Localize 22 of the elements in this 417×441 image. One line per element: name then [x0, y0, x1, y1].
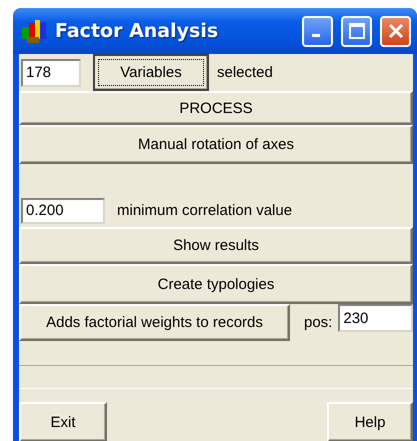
action-button[interactable]: PROCESS — [19, 91, 413, 125]
action-button[interactable]: Show results — [19, 227, 413, 264]
add-weights-button[interactable]: Adds factorial weights to records — [19, 304, 290, 341]
bar-chart-icon — [21, 19, 47, 43]
action-button[interactable]: Create typologies — [19, 264, 413, 304]
action-button[interactable]: Manual rotation of axes — [19, 125, 413, 164]
variables-button[interactable]: Variables — [93, 54, 209, 91]
correlation-label: minimum correlation value — [117, 202, 292, 219]
pos-field[interactable]: 230 — [338, 304, 413, 332]
maximize-icon — [348, 22, 366, 40]
correlation-field[interactable]: 0.200 — [21, 198, 105, 224]
close-icon — [386, 22, 404, 40]
exit-button[interactable]: Exit — [19, 402, 107, 441]
window-title: Factor Analysis — [55, 20, 220, 42]
selected-label: selected — [217, 64, 273, 81]
minimize-button[interactable] — [302, 16, 333, 46]
pos-label: pos: — [304, 314, 332, 331]
minimize-icon — [312, 34, 320, 36]
help-button[interactable]: Help — [327, 402, 413, 441]
maximize-button[interactable] — [341, 16, 372, 46]
count-field[interactable]: 178 — [21, 58, 81, 86]
close-button[interactable] — [380, 16, 411, 46]
